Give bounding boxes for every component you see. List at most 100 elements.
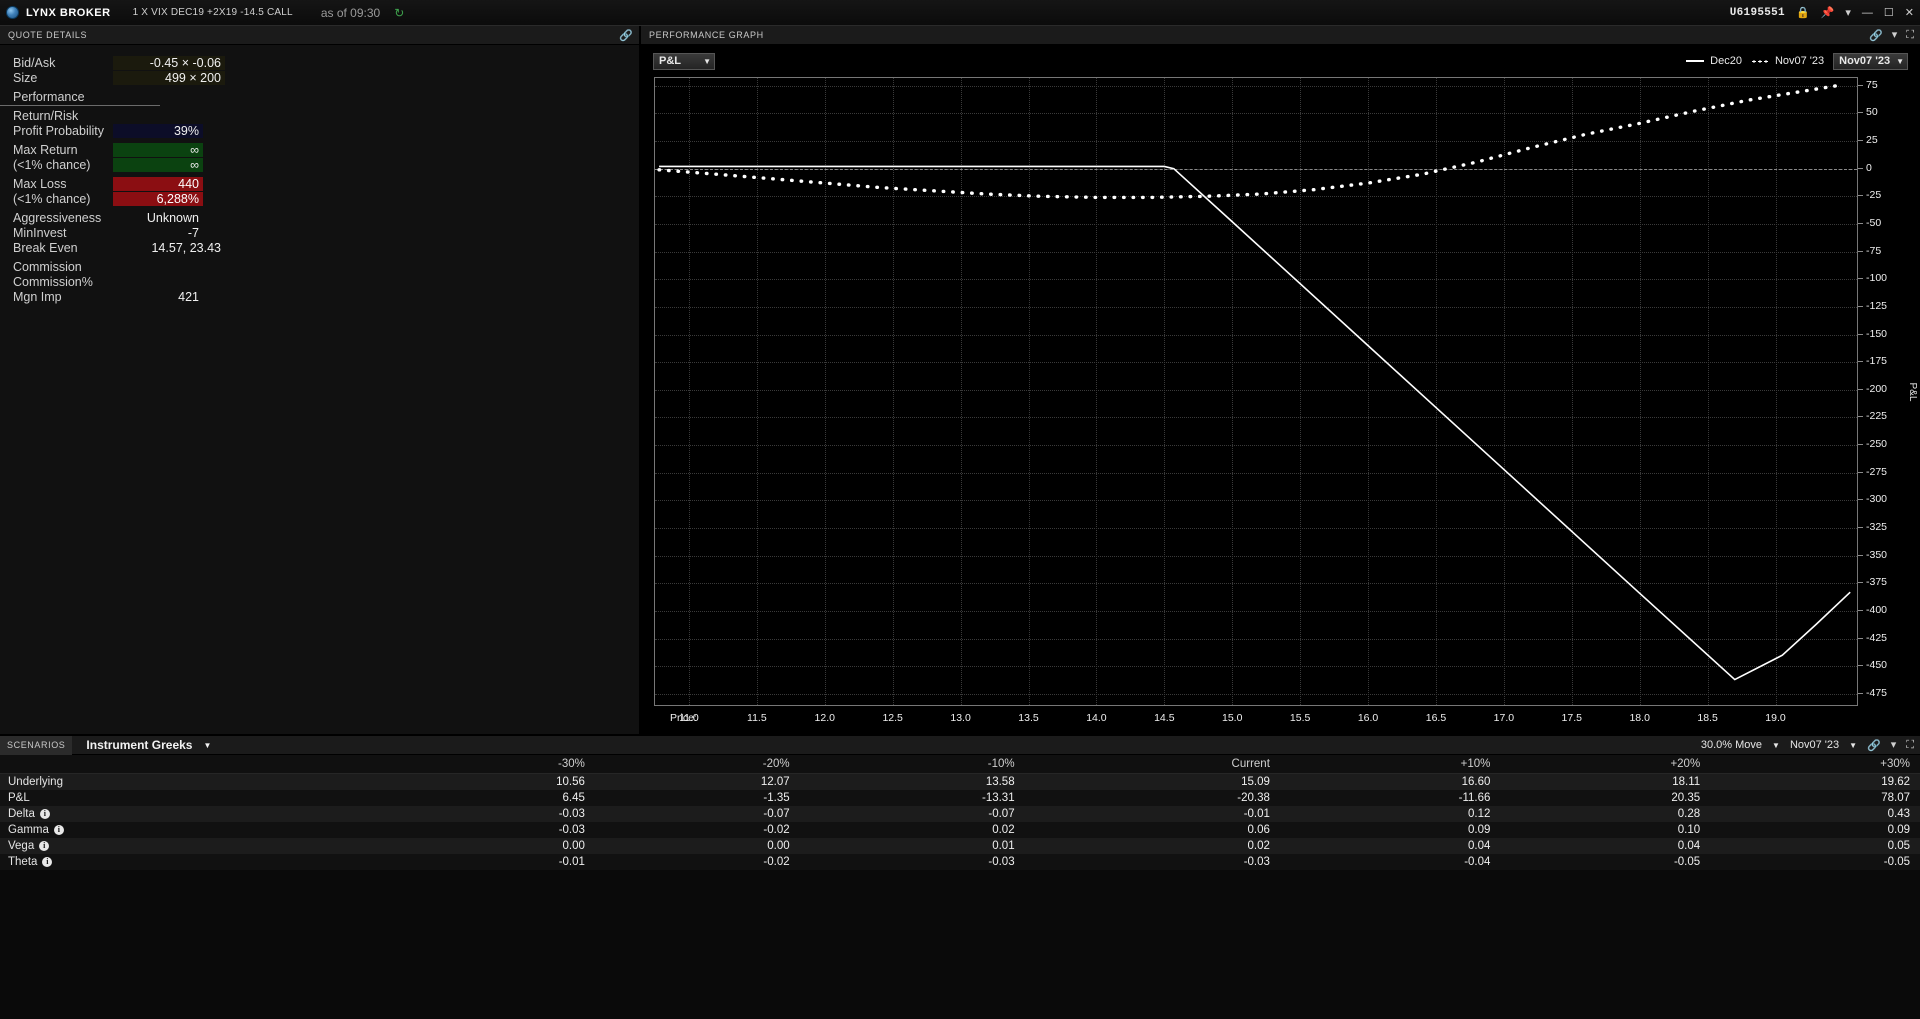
table-cell: -0.03	[390, 806, 595, 822]
table-cell: -20.38	[1024, 790, 1280, 806]
scenarios-table-body: Underlying 10.56 12.07 13.58 15.09 16.60 18.11…	[0, 773, 1920, 870]
account-number: U6195551	[1729, 7, 1785, 19]
table-row: Theta i -0.01 -0.02 -0.03 -0.03 -0.04 -0.05 -0.0…	[0, 854, 1920, 870]
info-icon[interactable]: i	[42, 856, 53, 867]
info-icon[interactable]: i	[39, 840, 50, 851]
restore-icon[interactable]: ☐	[1884, 7, 1894, 19]
chevron-down-icon[interactable]: ▾	[1891, 739, 1897, 751]
close-icon[interactable]: ✕	[1905, 7, 1914, 19]
y-axis-tick: 0	[1866, 161, 1872, 174]
lock-icon[interactable]: 🔒	[1796, 7, 1810, 19]
y-axis-tick: -450	[1866, 659, 1888, 672]
x-axis-tick: 16.0	[1357, 712, 1379, 724]
quote-row: Size 499 × 200	[0, 70, 639, 85]
row-label-text: Underlying	[8, 776, 63, 788]
quote-row-label: Mgn Imp	[13, 289, 62, 304]
legend-solid-line-icon	[1686, 60, 1705, 62]
quote-row: (<1% chance) ∞	[0, 157, 639, 172]
expand-icon[interactable]: ⛶	[1906, 739, 1914, 751]
y-axis-tick-mark	[1858, 222, 1863, 224]
refresh-icon[interactable]: ↻	[394, 6, 404, 20]
metric-select-value: P&L	[659, 55, 681, 67]
table-cell: 0.06	[1024, 822, 1280, 838]
tab-scenarios[interactable]: SCENARIOS	[0, 735, 73, 755]
table-cell: 0.01	[799, 838, 1025, 854]
table-cell: -13.31	[799, 790, 1025, 806]
link-icon[interactable]: 🔗	[1869, 29, 1883, 42]
quote-row-value: 6,288%	[113, 191, 203, 206]
chevron-down-icon[interactable]: ▾	[1892, 29, 1898, 41]
info-icon[interactable]: i	[53, 824, 64, 835]
y-axis-tick-mark	[1858, 361, 1863, 363]
greeks-select-value: Instrument Greeks	[86, 738, 193, 752]
y-axis-tick-mark	[1858, 610, 1863, 611]
move-select[interactable]: 30.0% Move ▼	[1701, 739, 1780, 751]
quote-row-label: (<1% chance)	[13, 191, 91, 206]
plot-area[interactable]: P&L 75 50 25 0 -25 -50 -75 -100 -125 -150 -175 -200…	[641, 77, 1920, 734]
x-axis-tick: 13.0	[950, 712, 971, 724]
x-axis-tick: 15.0	[1222, 712, 1243, 724]
y-axis-tick-mark	[1858, 84, 1863, 86]
y-axis-tick-mark	[1858, 167, 1863, 169]
chart-series	[657, 82, 1846, 200]
x-axis-tick: 16.5	[1425, 712, 1447, 724]
x-axis-tick: 14.0	[1086, 712, 1107, 724]
greeks-select[interactable]: Instrument Greeks ▼	[86, 738, 211, 752]
row-label-text: Gamma	[8, 824, 49, 836]
table-cell: 15.09	[1024, 773, 1280, 790]
y-axis-tick: -150	[1866, 327, 1888, 340]
contract-descriptor: 1 X VIX DEC19 +2X19 -14.5 CALL	[132, 7, 293, 18]
y-axis-tick: -225	[1866, 410, 1888, 423]
table-cell: 0.00	[594, 838, 800, 854]
scenario-date-select[interactable]: Nov07 '23 ▼	[1790, 739, 1857, 751]
y-axis-tick-mark	[1858, 140, 1863, 142]
table-cell: 16.60	[1279, 773, 1501, 790]
y-axis-tick: -100	[1866, 272, 1888, 285]
expand-icon[interactable]: ⛶	[1906, 29, 1914, 41]
graph-toolbar: P&L ▼ Dec20 Nov07 '23 Nov07 '23 ▼	[641, 45, 1920, 77]
y-axis-label: P&L	[1907, 382, 1918, 401]
graph-date-select[interactable]: Nov07 '23 ▼	[1833, 52, 1908, 70]
info-icon[interactable]: i	[39, 808, 50, 819]
quote-row: Return/Risk	[0, 108, 639, 123]
table-column-header: -10%	[799, 755, 1025, 774]
table-cell: 10.56	[390, 773, 595, 790]
x-axis-tick: 17.5	[1561, 712, 1582, 724]
y-axis-tick-mark	[1858, 388, 1863, 390]
metric-select[interactable]: P&L ▼	[653, 52, 715, 70]
table-column-header: +10%	[1279, 755, 1501, 774]
table-cell: 0.05	[1710, 838, 1920, 854]
row-label-text: Delta	[8, 808, 35, 820]
table-column-header: -20%	[594, 755, 800, 774]
table-cell: 0.09	[1279, 822, 1501, 838]
y-axis-tick-mark	[1858, 471, 1863, 473]
quote-row: Commission	[0, 259, 639, 274]
scenario-date-value: Nov07 '23	[1789, 739, 1840, 751]
chevron-down-icon: ▼	[203, 740, 212, 750]
table-cell: 0.04	[1279, 838, 1501, 854]
chevron-down-icon[interactable]: ▾	[1845, 7, 1851, 19]
quote-row: Max Loss 440	[0, 176, 639, 191]
row-label-text: Vega	[8, 840, 35, 852]
quote-row: Commission%	[0, 274, 639, 289]
table-header-row: -30% -20% -10% Current +10% +20% +30%	[0, 755, 1920, 774]
x-axis-tick: 18.0	[1629, 712, 1650, 724]
y-axis-tick-mark	[1858, 499, 1863, 501]
y-axis-tick: -325	[1866, 521, 1888, 534]
legend-dotted-line-icon	[1750, 59, 1769, 63]
table-cell: 0.10	[1500, 822, 1711, 838]
table-cell: 0.12	[1279, 806, 1501, 822]
y-axis-tick: -425	[1866, 631, 1888, 644]
quote-details-title: QUOTE DETAILS	[8, 30, 88, 40]
performance-section-label: Performance	[0, 89, 160, 106]
y-axis-tick-mark	[1858, 278, 1863, 280]
plot-canvas[interactable]	[654, 77, 1858, 706]
table-row-label: P&L	[0, 790, 391, 806]
table-column-header: +20%	[1500, 755, 1711, 774]
link-icon[interactable]: 🔗	[619, 29, 633, 42]
minimize-icon[interactable]: —	[1862, 7, 1873, 19]
y-axis-tick: -200	[1866, 382, 1888, 395]
link-icon[interactable]: 🔗	[1867, 739, 1881, 752]
quote-row-label: Bid/Ask	[13, 55, 56, 70]
pin-icon[interactable]: 📌	[1821, 7, 1835, 19]
